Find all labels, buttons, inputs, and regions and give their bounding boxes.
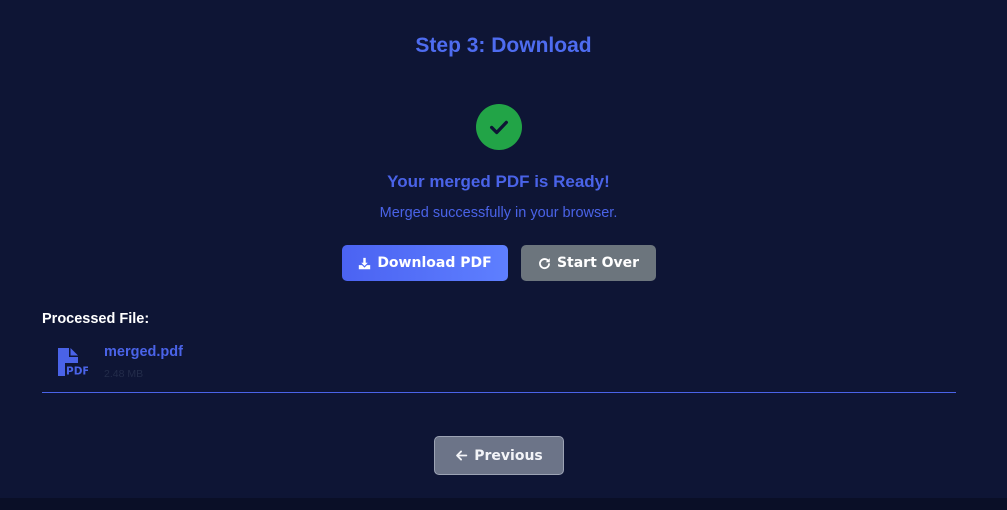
start-over-button[interactable]: Start Over [521, 245, 656, 281]
previous-label: Previous [474, 447, 543, 464]
download-pdf-button[interactable]: Download PDF [342, 245, 508, 281]
arrow-left-icon [456, 450, 468, 461]
bottom-strip [0, 498, 1007, 510]
download-icon [359, 257, 371, 269]
file-size: 2.48 MB [104, 368, 144, 380]
download-pdf-label: Download PDF [377, 255, 492, 271]
refresh-icon [539, 257, 550, 269]
previous-button[interactable]: Previous [434, 436, 564, 475]
check-circle-icon [476, 104, 522, 150]
step-title: Step 3: Download [415, 34, 592, 57]
ready-title: Your merged PDF is Ready! [387, 172, 610, 191]
file-name: merged.pdf [104, 344, 183, 360]
pdf-file-icon: PDF [56, 346, 90, 378]
pdf-icon-text: PDF [66, 366, 88, 378]
file-divider [42, 392, 956, 393]
download-step-panel: Step 3: Download Your merged PDF is Read… [0, 0, 1007, 498]
processed-file-label: Processed File: [42, 311, 150, 327]
start-over-label: Start Over [556, 255, 640, 271]
ready-subtitle: Merged successfully in your browser. [379, 205, 618, 221]
